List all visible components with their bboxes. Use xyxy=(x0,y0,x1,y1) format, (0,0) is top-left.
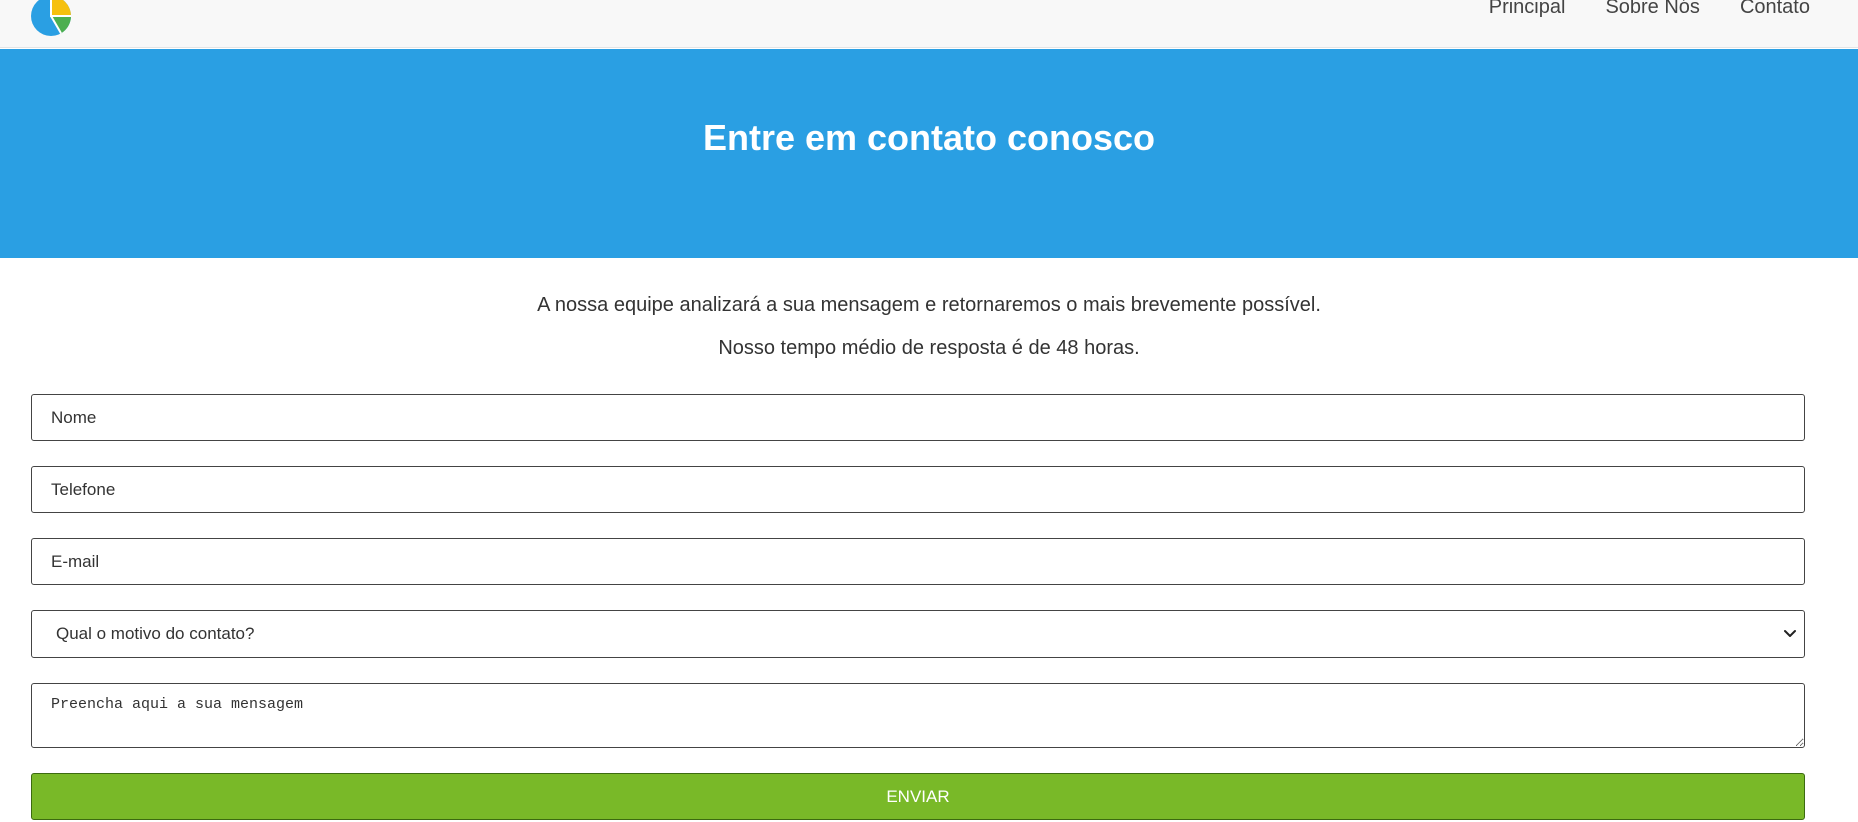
page-title: Entre em contato conosco xyxy=(702,117,1156,158)
nav-link-principal[interactable]: Principal xyxy=(1489,0,1566,19)
intro-text: A nossa equipe analizará a sua mensagem … xyxy=(537,294,1321,316)
hero-banner: Entre em contato conosco xyxy=(0,49,1858,258)
email-input[interactable] xyxy=(31,538,1805,585)
contact-reason-select[interactable]: Qual o motivo do contato? xyxy=(31,610,1805,658)
pie-chart-logo-icon[interactable] xyxy=(29,0,73,38)
nav-link-contato[interactable]: Contato xyxy=(1740,0,1810,19)
main-nav: Principal Sobre Nós Contato xyxy=(1489,0,1810,19)
message-textarea[interactable] xyxy=(31,683,1805,748)
phone-input[interactable] xyxy=(31,466,1805,513)
top-navbar: Principal Sobre Nós Contato xyxy=(0,0,1858,48)
contact-reason-selected: Qual o motivo do contato? xyxy=(56,624,255,643)
submit-button[interactable]: ENVIAR xyxy=(31,773,1805,820)
response-time-text: Nosso tempo médio de resposta é de 48 ho… xyxy=(718,337,1140,359)
chevron-down-icon xyxy=(1784,630,1796,637)
nav-link-sobre-nos[interactable]: Sobre Nós xyxy=(1605,0,1700,19)
name-input[interactable] xyxy=(31,394,1805,441)
